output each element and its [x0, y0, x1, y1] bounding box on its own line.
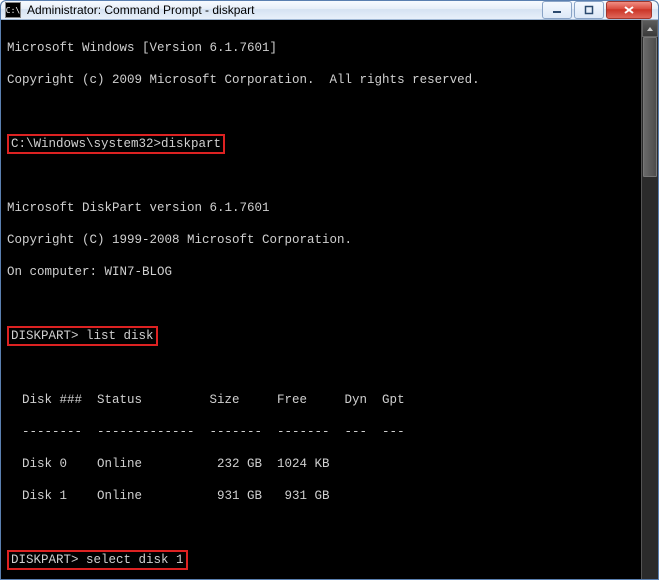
prompt-text: C:\Windows\system32> — [11, 137, 161, 151]
chevron-up-icon — [646, 25, 654, 33]
blank-line — [7, 520, 635, 536]
scrollbar-thumb[interactable] — [643, 37, 657, 177]
blank-line — [7, 168, 635, 184]
highlight-box: C:\Windows\system32>diskpart — [7, 134, 225, 154]
maximize-button[interactable] — [574, 1, 604, 19]
disk-table-row: Disk 0 Online 232 GB 1024 KB — [7, 456, 635, 472]
disk-table-row: Disk 1 Online 931 GB 931 GB — [7, 488, 635, 504]
blank-line — [7, 360, 635, 376]
cmd-line-diskpart: C:\Windows\system32>diskpart — [7, 136, 635, 152]
console-area: Microsoft Windows [Version 6.1.7601] Cop… — [1, 20, 658, 580]
diskpart-host-line: On computer: WIN7-BLOG — [7, 264, 635, 280]
diskpart-copyright-line: Copyright (C) 1999-2008 Microsoft Corpor… — [7, 232, 635, 248]
scrollbar-track[interactable] — [642, 37, 658, 580]
cmd-icon-label: C:\ — [6, 6, 20, 15]
highlight-box: DISKPART> select disk 1 — [7, 550, 188, 570]
minimize-button[interactable] — [542, 1, 572, 19]
cmd-icon: C:\ — [5, 2, 21, 18]
diskpart-version-line: Microsoft DiskPart version 6.1.7601 — [7, 200, 635, 216]
blank-line — [7, 296, 635, 312]
console-output[interactable]: Microsoft Windows [Version 6.1.7601] Cop… — [1, 20, 641, 580]
window-title: Administrator: Command Prompt - diskpart — [27, 3, 540, 17]
close-icon — [623, 5, 635, 15]
blank-line — [7, 104, 635, 120]
disk-table-separator: -------- ------------- ------- ------- -… — [7, 424, 635, 440]
disk-table-header: Disk ### Status Size Free Dyn Gpt — [7, 392, 635, 408]
command-text: diskpart — [161, 137, 221, 151]
os-version-line: Microsoft Windows [Version 6.1.7601] — [7, 40, 635, 56]
os-copyright-line: Copyright (c) 2009 Microsoft Corporation… — [7, 72, 635, 88]
titlebar[interactable]: C:\ Administrator: Command Prompt - disk… — [1, 1, 658, 20]
prompt-text: DISKPART> — [11, 553, 79, 567]
command-text: list disk — [86, 329, 154, 343]
command-prompt-window: C:\ Administrator: Command Prompt - disk… — [0, 0, 659, 580]
command-text: select disk 1 — [86, 553, 184, 567]
close-button[interactable] — [606, 1, 652, 19]
prompt-text: DISKPART> — [11, 329, 79, 343]
vertical-scrollbar[interactable] — [641, 20, 658, 580]
cmd-line-list-disk: DISKPART> list disk — [7, 328, 635, 344]
cmd-line-select-disk: DISKPART> select disk 1 — [7, 552, 635, 568]
highlight-box: DISKPART> list disk — [7, 326, 158, 346]
minimize-icon — [552, 5, 562, 15]
maximize-icon — [584, 5, 594, 15]
window-buttons — [540, 1, 652, 19]
scroll-up-button[interactable] — [642, 20, 658, 37]
